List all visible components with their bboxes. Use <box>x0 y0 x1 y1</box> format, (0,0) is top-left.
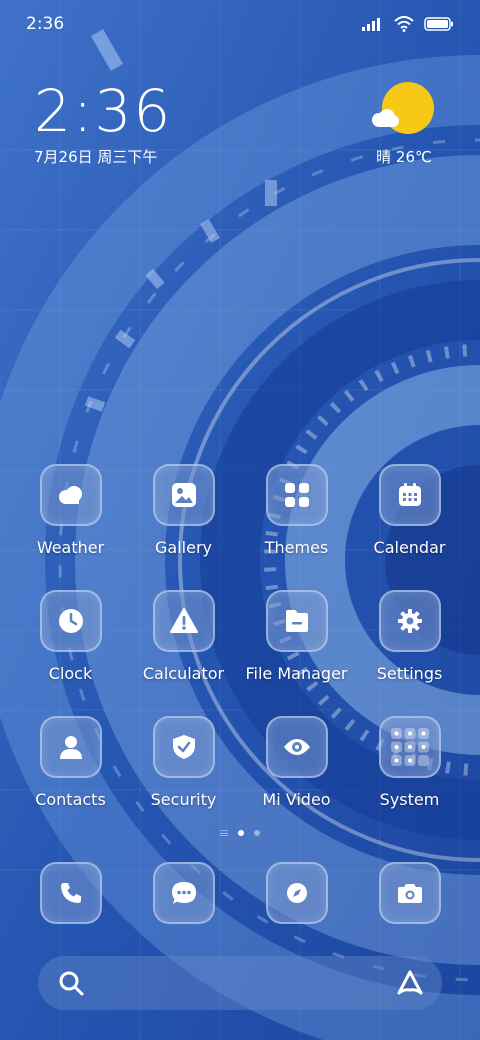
app-file-manager[interactable]: File Manager <box>240 590 353 700</box>
shield-icon <box>152 716 215 778</box>
dock-camera[interactable] <box>353 862 466 926</box>
search-bar[interactable] <box>38 956 442 1010</box>
page-dot <box>254 830 260 836</box>
clock-icon <box>39 590 102 652</box>
message-icon <box>152 862 215 924</box>
clock-widget[interactable]: 2:36 7月26日 周三下午 <box>34 80 172 167</box>
wifi-icon <box>394 16 414 32</box>
camera-icon <box>378 862 441 924</box>
app-mi-video[interactable]: Mi Video <box>240 716 353 826</box>
app-label: File Manager <box>245 664 348 683</box>
folder-grid-icon <box>378 716 441 778</box>
weather-cloud-icon <box>39 464 102 526</box>
app-calculator[interactable]: Calculator <box>127 590 240 700</box>
app-label: Security <box>150 790 217 809</box>
app-weather[interactable]: Weather <box>14 464 127 574</box>
app-settings[interactable]: Settings <box>353 590 466 700</box>
battery-icon <box>424 17 453 31</box>
weather-text: 晴 26℃ <box>376 148 432 166</box>
page-indicator[interactable] <box>0 830 480 836</box>
signal-icon <box>362 18 380 31</box>
app-label: Gallery <box>155 538 212 557</box>
app-label: Weather <box>36 538 105 557</box>
app-label: Calculator <box>142 664 225 683</box>
app-clock[interactable]: Clock <box>14 590 127 700</box>
app-label: Mi Video <box>262 790 331 809</box>
app-security[interactable]: Security <box>127 716 240 826</box>
warning-triangle-icon <box>152 590 215 652</box>
status-time: 2:36 <box>26 14 65 34</box>
assistant-icon[interactable] <box>396 969 424 1001</box>
clock-widget-date: 7月26日 周三下午 <box>34 148 158 166</box>
app-label: System <box>379 790 440 809</box>
clock-widget-time: 2:36 <box>34 77 173 145</box>
person-icon <box>39 716 102 778</box>
gallery-icon <box>152 464 215 526</box>
status-bar: 2:36 <box>0 0 480 50</box>
app-label: Themes <box>264 538 329 557</box>
app-label: Settings <box>376 664 443 683</box>
folder-icon <box>265 590 328 652</box>
status-icons <box>362 16 454 32</box>
dock <box>14 862 466 926</box>
page-dot-active <box>238 830 244 836</box>
page-list-icon <box>220 830 228 836</box>
phone-icon <box>39 862 102 924</box>
app-calendar[interactable]: Calendar <box>353 464 466 574</box>
app-folder-system[interactable]: System <box>353 716 466 826</box>
cloud-icon <box>372 109 399 127</box>
app-label: Contacts <box>35 790 106 809</box>
eye-icon <box>265 716 328 778</box>
app-contacts[interactable]: Contacts <box>14 716 127 826</box>
dock-phone[interactable] <box>14 862 127 926</box>
gear-icon <box>378 590 441 652</box>
search-icon[interactable] <box>58 970 84 1000</box>
app-gallery[interactable]: Gallery <box>127 464 240 574</box>
app-label: Calendar <box>373 538 446 557</box>
themes-grid-icon <box>265 464 328 526</box>
app-themes[interactable]: Themes <box>240 464 353 574</box>
calendar-icon <box>378 464 441 526</box>
compass-icon <box>265 862 328 924</box>
dock-browser[interactable] <box>240 862 353 926</box>
app-label: Clock <box>48 664 93 683</box>
dock-messages[interactable] <box>127 862 240 926</box>
